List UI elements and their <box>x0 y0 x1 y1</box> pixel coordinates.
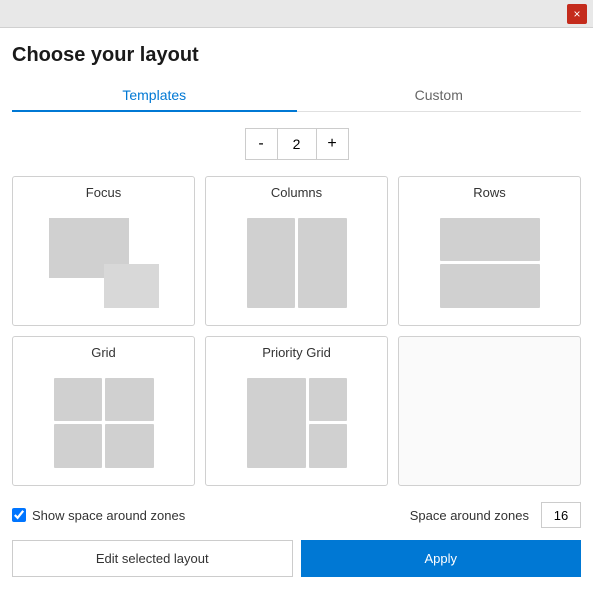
layout-card-focus[interactable]: Focus <box>12 176 195 326</box>
focus-secondary-pane <box>104 264 159 308</box>
counter-minus-button[interactable]: - <box>245 128 277 160</box>
focus-preview-graphic <box>49 218 159 308</box>
priority-grid-preview-graphic <box>247 378 347 468</box>
tab-templates[interactable]: Templates <box>12 79 297 111</box>
show-space-checkbox[interactable] <box>12 508 26 522</box>
layouts-top-row: Focus Columns <box>12 176 581 326</box>
action-buttons: Edit selected layout Apply <box>12 540 581 577</box>
row-pane-2 <box>440 264 540 308</box>
show-space-text: Show space around zones <box>32 508 185 523</box>
apply-button[interactable]: Apply <box>301 540 582 577</box>
layout-window: × Choose your layout Templates Custom - … <box>0 0 593 600</box>
grid-preview-graphic <box>54 378 154 468</box>
layout-card-priority-grid[interactable]: Priority Grid <box>205 336 388 486</box>
show-space-label[interactable]: Show space around zones <box>12 508 185 523</box>
tabs-bar: Templates Custom <box>12 79 581 112</box>
counter-value: 2 <box>277 128 317 160</box>
page-title: Choose your layout <box>12 44 581 67</box>
title-bar: × <box>0 0 593 28</box>
grid-cell-2 <box>105 378 154 422</box>
row-pane-1 <box>440 218 540 262</box>
layout-priority-grid-preview <box>214 368 379 477</box>
layout-rows-name: Rows <box>473 185 506 200</box>
layout-card-grid[interactable]: Grid <box>12 336 195 486</box>
layout-focus-preview <box>21 208 186 317</box>
counter-plus-button[interactable]: + <box>317 128 349 160</box>
col-pane-1 <box>247 218 296 308</box>
layout-columns-preview <box>214 208 379 317</box>
layout-grid-name: Grid <box>91 345 116 360</box>
main-content: Choose your layout Templates Custom - 2 … <box>0 28 593 600</box>
grid-cell-4 <box>105 424 154 468</box>
layout-priority-grid-name: Priority Grid <box>262 345 331 360</box>
space-value-input[interactable] <box>541 502 581 528</box>
grid-cell-1 <box>54 378 103 422</box>
columns-preview-graphic <box>247 218 347 308</box>
empty-slot <box>398 336 581 486</box>
layout-focus-name: Focus <box>86 185 121 200</box>
layout-columns-name: Columns <box>271 185 322 200</box>
rows-preview-graphic <box>440 218 540 308</box>
edit-layout-button[interactable]: Edit selected layout <box>12 540 293 577</box>
layout-rows-preview <box>407 208 572 317</box>
layouts-bottom-row: Grid Priority Grid <box>12 336 581 486</box>
zone-counter: - 2 + <box>12 128 581 160</box>
priority-side-pane-1 <box>309 378 346 422</box>
bottom-options: Show space around zones Space around zon… <box>12 502 581 528</box>
layout-card-rows[interactable]: Rows <box>398 176 581 326</box>
close-button[interactable]: × <box>567 4 587 24</box>
space-around-label: Space around zones <box>410 508 529 523</box>
layout-card-columns[interactable]: Columns <box>205 176 388 326</box>
col-pane-2 <box>298 218 347 308</box>
priority-main-pane <box>247 378 307 468</box>
tab-custom[interactable]: Custom <box>297 79 582 111</box>
priority-side-pane-2 <box>309 424 346 468</box>
grid-cell-3 <box>54 424 103 468</box>
layout-grid-preview <box>21 368 186 477</box>
